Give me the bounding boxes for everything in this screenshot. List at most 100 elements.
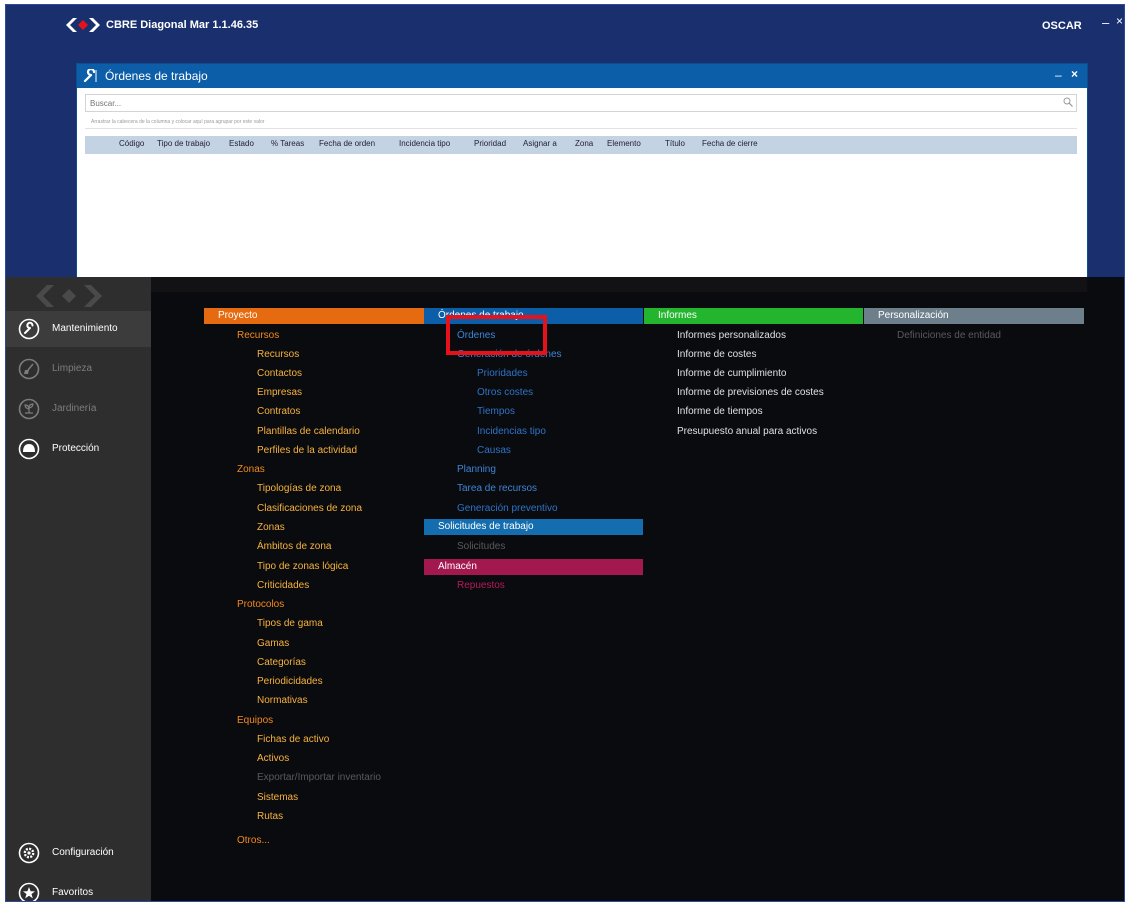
- menu-item-periodicidades[interactable]: Periodicidades: [257, 676, 323, 687]
- menu-item-equipos-group[interactable]: Equipos: [237, 715, 273, 726]
- orders-window-header: Órdenes de trabajo – ×: [77, 64, 1087, 88]
- cbre-logo-icon: [36, 285, 102, 307]
- category-informes[interactable]: Informes: [644, 308, 863, 324]
- category-solicitudes-trabajo[interactable]: Solicitudes de trabajo: [424, 519, 643, 535]
- menu-item-informe-previsiones-costes[interactable]: Informe de previsiones de costes: [677, 387, 824, 398]
- menu-item-contactos[interactable]: Contactos: [257, 368, 302, 379]
- menu-item-informes-personalizados[interactable]: Informes personalizados: [677, 330, 786, 341]
- menu-item-zonas[interactable]: Zonas: [257, 522, 285, 533]
- menu-item-perfiles-actividad[interactable]: Perfiles de la actividad: [257, 445, 357, 456]
- app-minimize-button[interactable]: –: [1102, 15, 1109, 30]
- menu-item-recursos[interactable]: Recursos: [257, 349, 299, 360]
- column-header-titulo[interactable]: Título: [665, 139, 685, 148]
- menu-item-causas[interactable]: Causas: [477, 445, 511, 456]
- wrench-icon: [18, 318, 40, 340]
- menu-item-ambitos-zona[interactable]: Ámbitos de zona: [257, 541, 332, 552]
- orders-window: Órdenes de trabajo – × Arrastrar la cabe…: [76, 63, 1088, 293]
- menu-item-otros-costes[interactable]: Otros costes: [477, 387, 533, 398]
- column-header-fecha-cierre[interactable]: Fecha de cierre: [702, 139, 758, 148]
- menu-item-empresas[interactable]: Empresas: [257, 387, 302, 398]
- plant-icon: [18, 398, 40, 420]
- menu-item-fichas-activo[interactable]: Fichas de activo: [257, 734, 329, 745]
- helmet-icon: [18, 438, 40, 460]
- search-input[interactable]: [85, 94, 1077, 112]
- highlight-annotation: [446, 315, 547, 355]
- menu-item-definiciones-entidad: Definiciones de entidad: [897, 330, 1001, 341]
- broom-icon: [18, 358, 40, 380]
- sidebar-item-jardineria[interactable]: Jardinería: [6, 391, 151, 427]
- search-icon[interactable]: [1063, 97, 1073, 107]
- column-header-fecha-orden[interactable]: Fecha de orden: [319, 139, 375, 148]
- menu-item-solicitudes: Solicitudes: [457, 541, 506, 552]
- category-proyecto[interactable]: Proyecto: [204, 308, 424, 324]
- sidebar-item-limpieza[interactable]: Limpieza: [6, 351, 151, 387]
- menu-item-contratos[interactable]: Contratos: [257, 406, 300, 417]
- column-header-incidencia-tipo[interactable]: Incidencia tipo: [399, 139, 450, 148]
- app-window: CBRE Diagonal Mar 1.1.46.35 OSCAR – × Ór…: [5, 4, 1125, 902]
- menu-item-tipo-zonas-logica[interactable]: Tipo de zonas lógica: [257, 561, 348, 572]
- menu-item-clasificaciones-zona[interactable]: Clasificaciones de zona: [257, 503, 362, 514]
- sidebar: Mantenimiento Limpieza Jardinería Protec…: [6, 277, 151, 901]
- columns-header-bar: Código Tipo de trabajo Estado % Tareas F…: [85, 136, 1077, 154]
- sidebar-item-label: Favoritos: [52, 887, 94, 898]
- user-name[interactable]: OSCAR: [1042, 20, 1082, 32]
- menu-item-planning[interactable]: Planning: [457, 464, 496, 475]
- app-close-button[interactable]: ×: [1116, 14, 1123, 28]
- menu-item-generacion-preventivo[interactable]: Generación preventivo: [457, 503, 558, 514]
- menu-item-repuestos[interactable]: Repuestos: [457, 580, 505, 591]
- menu-item-tipos-gama[interactable]: Tipos de gama: [257, 618, 323, 629]
- star-icon: [18, 882, 40, 901]
- menu-item-presupuesto-anual-activos[interactable]: Presupuesto anual para activos: [677, 426, 817, 437]
- menu-item-gamas[interactable]: Gamas: [257, 638, 289, 649]
- column-header-prioridad[interactable]: Prioridad: [474, 139, 506, 148]
- main-menu-overlay: Mantenimiento Limpieza Jardinería Protec…: [6, 277, 1124, 901]
- menu-item-tipologias-zona[interactable]: Tipologías de zona: [257, 483, 341, 494]
- menu-item-sistemas[interactable]: Sistemas: [257, 792, 298, 803]
- menu-item-incidencias-tipo[interactable]: Incidencias tipo: [477, 426, 546, 437]
- column-header-estado[interactable]: Estado: [229, 139, 254, 148]
- sidebar-item-favoritos[interactable]: Favoritos: [6, 875, 151, 901]
- wrench-icon: [83, 69, 97, 83]
- app-title: CBRE Diagonal Mar 1.1.46.35: [106, 19, 259, 31]
- category-personalizacion[interactable]: Personalización: [864, 308, 1084, 324]
- category-almacen[interactable]: Almacén: [424, 559, 643, 575]
- orders-minimize-button[interactable]: –: [1055, 68, 1062, 82]
- column-header-tareas[interactable]: % Tareas: [271, 139, 304, 148]
- menu-item-activos[interactable]: Activos: [257, 753, 289, 764]
- gear-icon: [18, 842, 40, 864]
- menu-item-informe-costes[interactable]: Informe de costes: [677, 349, 756, 360]
- menu-item-criticidades[interactable]: Criticidades: [257, 580, 309, 591]
- column-header-asignar-a[interactable]: Asignar a: [523, 139, 557, 148]
- menu-item-zonas-group[interactable]: Zonas: [237, 464, 265, 475]
- menu-item-otros[interactable]: Otros...: [237, 835, 270, 846]
- sidebar-item-label: Configuración: [52, 847, 114, 858]
- sidebar-item-label: Limpieza: [52, 363, 93, 374]
- app-titlebar: CBRE Diagonal Mar 1.1.46.35 OSCAR – ×: [6, 5, 1124, 45]
- group-by-hint[interactable]: Arrastrar la cabecera de la columna y co…: [91, 119, 264, 125]
- menu-item-informe-cumplimiento[interactable]: Informe de cumplimiento: [677, 368, 787, 379]
- orders-close-button[interactable]: ×: [1071, 67, 1078, 81]
- menu-item-informe-tiempos[interactable]: Informe de tiempos: [677, 406, 763, 417]
- orders-window-title: Órdenes de trabajo: [105, 69, 208, 83]
- column-header-tipo-trabajo[interactable]: Tipo de trabajo: [157, 139, 210, 148]
- menu-item-tarea-recursos[interactable]: Tarea de recursos: [457, 483, 537, 494]
- menu-item-exportar-importar: Exportar/Importar inventario: [257, 772, 381, 783]
- column-header-elemento[interactable]: Elemento: [607, 139, 641, 148]
- sidebar-item-label: Protección: [52, 443, 100, 454]
- column-header-zona[interactable]: Zona: [575, 139, 593, 148]
- column-header-codigo[interactable]: Código: [119, 139, 144, 148]
- cbre-logo-icon: [66, 18, 100, 32]
- sidebar-item-label: Jardinería: [52, 403, 97, 414]
- menu-item-tiempos[interactable]: Tiempos: [477, 406, 515, 417]
- sidebar-item-configuracion[interactable]: Configuración: [6, 835, 151, 871]
- menu-item-categorias[interactable]: Categorías: [257, 657, 306, 668]
- menu-item-protocolos-group[interactable]: Protocolos: [237, 599, 284, 610]
- menu-item-normativas[interactable]: Normativas: [257, 695, 308, 706]
- divider: [85, 128, 1077, 129]
- menu-item-recursos-group[interactable]: Recursos: [237, 330, 279, 341]
- sidebar-item-proteccion[interactable]: Protección: [6, 431, 151, 467]
- menu-item-plantillas-calendario[interactable]: Plantillas de calendario: [257, 426, 360, 437]
- menu-item-prioridades[interactable]: Prioridades: [477, 368, 528, 379]
- sidebar-item-mantenimiento[interactable]: Mantenimiento: [6, 311, 151, 347]
- menu-item-rutas[interactable]: Rutas: [257, 811, 283, 822]
